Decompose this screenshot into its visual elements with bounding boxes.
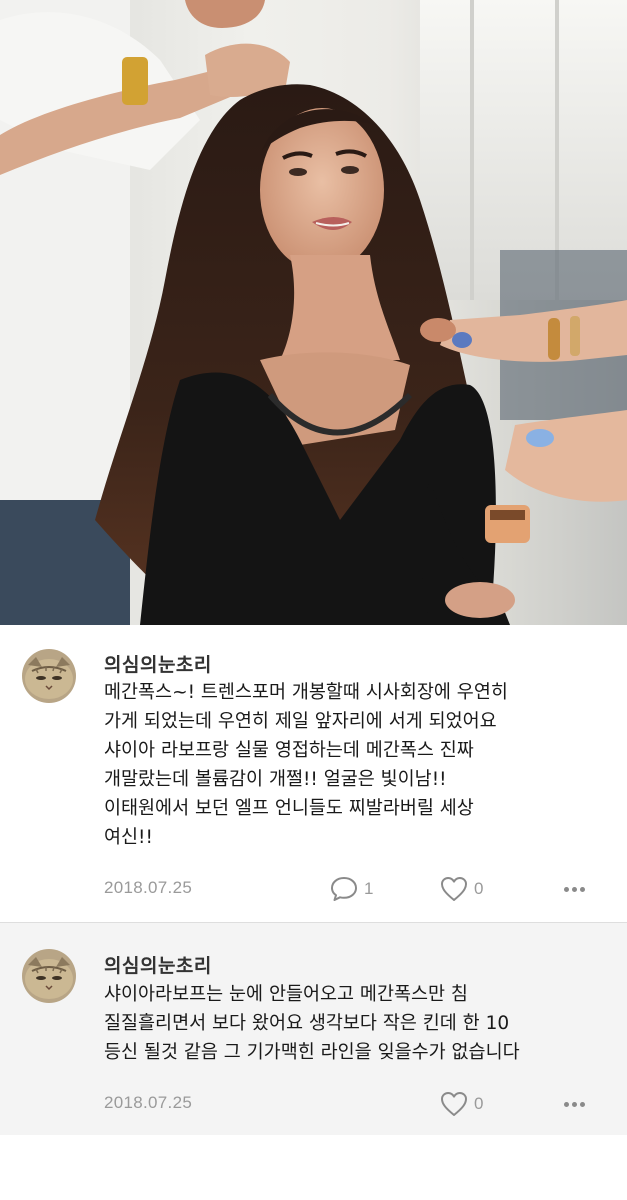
more-dot (571, 886, 577, 892)
page-bottom (0, 1135, 627, 1200)
more-options-button[interactable] (560, 1090, 588, 1118)
comment-date: 2018.07.25 (104, 878, 193, 897)
like-count: 0 (474, 879, 484, 898)
comment-1: 의심의눈초리 메간폭스~! 트렌스포머 개봉할때 시사회장에 우연히 가게 되었… (0, 625, 627, 922)
comment-author[interactable]: 의심의눈초리 (104, 951, 212, 978)
reply-count: 1 (364, 879, 374, 898)
cat-avatar-icon (22, 649, 76, 703)
cat-avatar-icon (22, 949, 76, 1003)
speech-bubble-icon (331, 877, 357, 901)
more-dot (571, 1101, 577, 1107)
post-photo[interactable] (0, 0, 627, 625)
reply-button[interactable]: 1 (330, 875, 373, 903)
comment-text: 샤이아라보프는 눈에 안들어오고 메간폭스만 침 질질흘리면서 보다 왔어요 생… (104, 984, 520, 1063)
comment-author[interactable]: 의심의눈초리 (104, 650, 212, 677)
comment-meta: 2018.07.25 1 0 (0, 875, 627, 903)
more-options-button[interactable] (560, 875, 588, 903)
avatar[interactable] (22, 649, 76, 703)
more-dots-icon (563, 886, 569, 892)
avatar[interactable] (22, 949, 76, 1003)
comment-date: 2018.07.25 (104, 1093, 193, 1112)
like-button[interactable]: 0 (440, 1090, 483, 1118)
more-dot (579, 1101, 585, 1107)
comment-text: 메간폭스~! 트렌스포머 개봉할때 시사회장에 우연히 가게 되었는데 우연히 … (104, 682, 508, 848)
more-dots-icon (563, 1101, 569, 1107)
like-button[interactable]: 0 (440, 875, 483, 903)
more-dot (579, 886, 585, 892)
comment-meta: 2018.07.25 0 (0, 1090, 627, 1118)
heart-icon (441, 877, 467, 901)
comment-2: 의심의눈초리 샤이아라보프는 눈에 안들어오고 메간폭스만 침 질질흘리면서 보… (0, 923, 627, 1135)
like-count: 0 (474, 1094, 484, 1113)
photo-illustration (0, 0, 627, 625)
heart-icon (441, 1092, 467, 1116)
